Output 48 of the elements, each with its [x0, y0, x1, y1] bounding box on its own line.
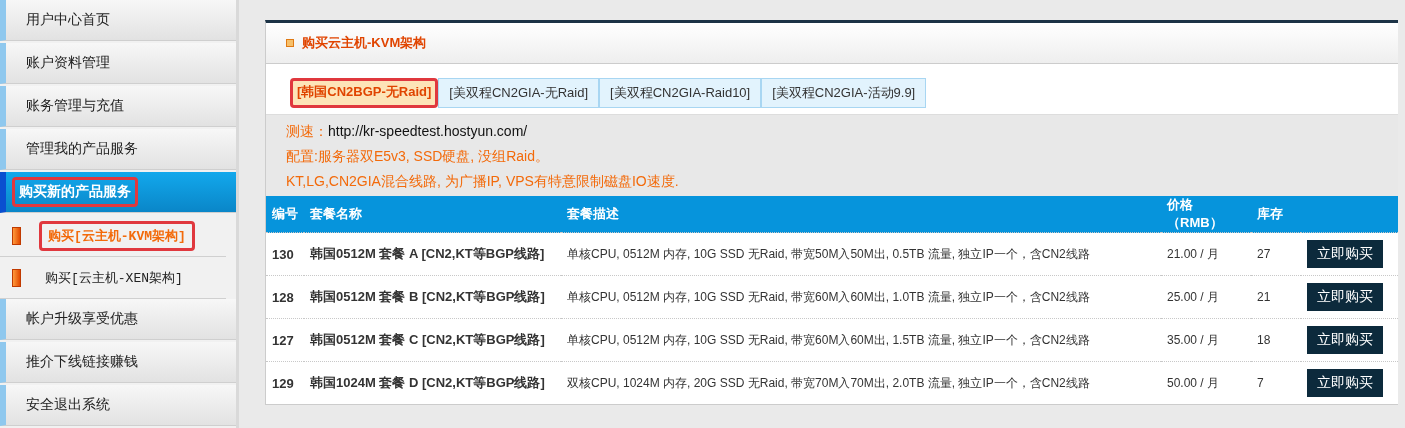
column-header: 编号	[266, 196, 304, 233]
table-cell: 7	[1251, 361, 1301, 404]
table-cell: 单核CPU, 0512M 内存, 10G SSD 无Raid, 带宽60M入60M出, 1.0TB 流量, 独立IP一个，含CN2线路	[561, 275, 1161, 319]
table-cell: 27	[1251, 232, 1301, 276]
table-cell: 18	[1251, 318, 1301, 362]
table-cell: 单核CPU, 0512M 内存, 10G SSD 无Raid, 带宽60M入60M出, 1.5TB 流量, 独立IP一个，含CN2线路	[561, 318, 1161, 362]
table-cell: 127	[266, 318, 304, 362]
tab[interactable]: [美双程CN2GIA-活动9.9]	[761, 78, 927, 108]
tab[interactable]: [美双程CN2GIA-Raid10]	[599, 78, 762, 108]
table-cell: 韩国0512M 套餐 B [CN2,KT等BGP线路]	[304, 275, 561, 319]
bullet-icon	[12, 268, 21, 287]
speedtest-link[interactable]: http://kr-speedtest.hostyun.com/	[328, 123, 528, 139]
sidebar-item[interactable]: 管理我的产品服务	[0, 129, 236, 170]
column-header: 价格（RMB）	[1161, 196, 1251, 233]
note-text: 配置:服务器双E5v3, SSD硬盘, 没组Raid。	[286, 147, 550, 166]
speedtest-label: 测速：	[286, 123, 328, 139]
buy-button[interactable]: 立即购买	[1307, 369, 1383, 397]
sidebar-item[interactable]: 推介下线链接赚钱	[0, 342, 236, 383]
panel-title: 购买云主机-KVM架构	[302, 34, 427, 52]
buy-button[interactable]: 立即购买	[1307, 240, 1383, 268]
table-cell: 双核CPU, 1024M 内存, 20G SSD 无Raid, 带宽70M入70M出, 2.0TB 流量, 独立IP一个，含CN2线路	[561, 361, 1161, 404]
table-cell: 129	[266, 361, 304, 404]
note-text: KT,LG,CN2GIA混合线路, 为广播IP, VPS有特意限制磁盘IO速度.	[286, 172, 680, 191]
buy-button[interactable]: 立即购买	[1307, 283, 1383, 311]
sidebar-item[interactable]: 帐户升级享受优惠	[0, 299, 236, 340]
table-cell: 21	[1251, 275, 1301, 319]
sidebar-item[interactable]: 用户中心首页	[0, 0, 236, 41]
table-cell: 35.00 / 月	[1161, 318, 1251, 362]
column-header: 库存	[1251, 196, 1301, 233]
table-cell: 128	[266, 275, 304, 319]
column-header: 套餐名称	[304, 196, 561, 233]
sidebar-item[interactable]: 账务管理与充值	[0, 86, 236, 127]
column-header: 套餐描述	[561, 196, 1161, 233]
sidebar-item[interactable]: 账户资料管理	[0, 43, 236, 84]
buy-button[interactable]: 立即购买	[1307, 326, 1383, 354]
tab[interactable]: [美双程CN2GIA-无Raid]	[438, 78, 600, 108]
table-cell: 韩国0512M 套餐 A [CN2,KT等BGP线路]	[304, 232, 561, 276]
table-cell: 韩国0512M 套餐 C [CN2,KT等BGP线路]	[304, 318, 561, 362]
square-icon	[286, 39, 294, 47]
table-cell: 21.00 / 月	[1161, 232, 1251, 276]
table-cell: 25.00 / 月	[1161, 275, 1251, 319]
table-cell: 韩国1024M 套餐 D [CN2,KT等BGP线路]	[304, 361, 561, 404]
sidebar-item[interactable]: 安全退出系统	[0, 385, 236, 426]
bullet-icon	[12, 226, 21, 245]
table-cell: 50.00 / 月	[1161, 361, 1251, 404]
table-cell: 单核CPU, 0512M 内存, 10G SSD 无Raid, 带宽50M入50M出, 0.5TB 流量, 独立IP一个，含CN2线路	[561, 232, 1161, 276]
sidebar-subitem[interactable]: 购买[云主机-XEN架构]	[39, 265, 189, 290]
table-cell: 130	[266, 232, 304, 276]
